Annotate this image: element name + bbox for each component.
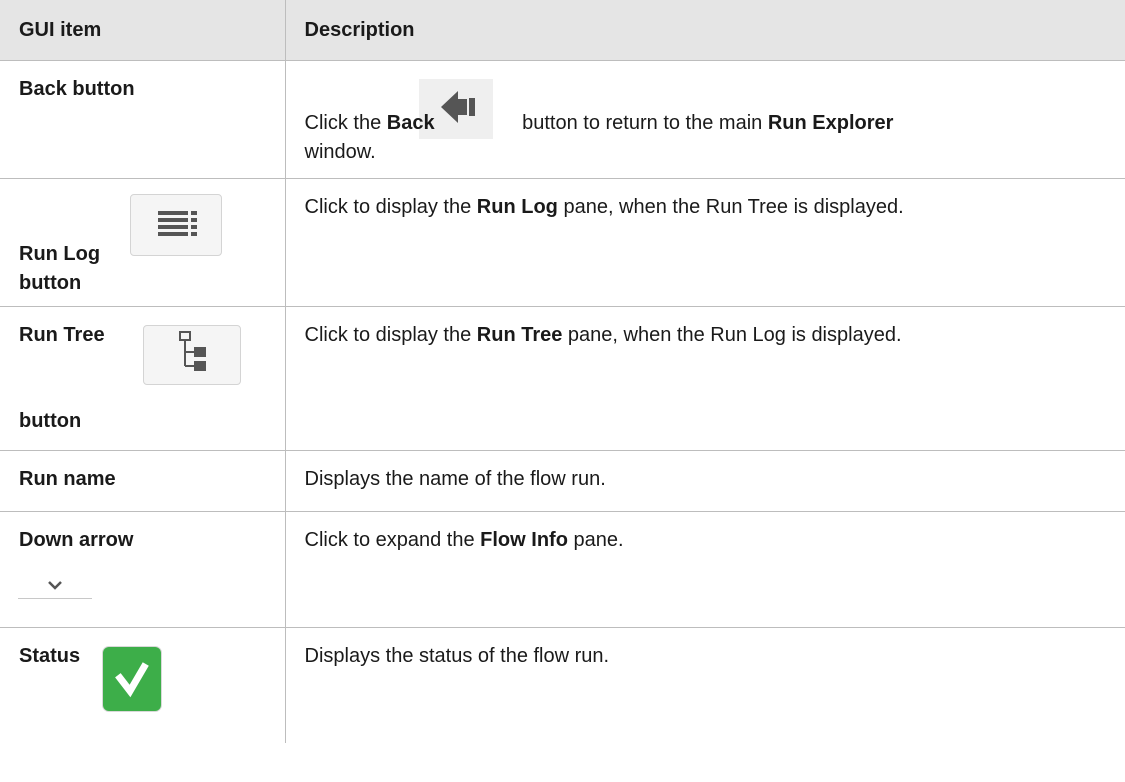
table-row: Back button Click the Back button to ret… [0,60,1125,179]
row-description: Click the Back button to return to the m… [304,112,894,134]
table-row: Run Tree button Click to display the Run… [0,306,1125,451]
table-row: Status Displays the status of the flow r… [0,627,1125,743]
row-description: Click to display the Run Log pane, when … [304,196,904,218]
header-gui-item: GUI item [0,0,286,61]
item-label: Run name [19,468,116,490]
table-row: Run name Displays the name of the flow r… [0,450,1125,512]
row-description: Displays the status of the flow run. [304,645,610,667]
item-label-wrap: button [19,410,82,432]
item-label: Run Log [19,243,101,265]
gui-items-table: GUI item Description Back button Click t… [0,0,1125,743]
item-label-wrap: button [19,272,82,294]
table-row: Run Log button Click to display the Run … [0,178,1125,307]
chevron-down-icon [18,570,92,599]
status-check-icon [103,647,161,711]
item-label: Run Tree [19,324,105,346]
run-log-icon [130,194,222,256]
row-description: Click to expand the Flow Info pane. [304,529,624,551]
table-row: Down arrow Click to expand the Flow Info… [0,511,1125,628]
row-description: Click to display the Run Tree pane, when… [304,324,902,346]
header-description: Description [284,0,1125,61]
item-label: Status [19,645,81,667]
run-tree-icon [143,325,241,385]
item-label: Back button [19,78,135,100]
table-header-row: GUI item Description [0,0,1125,61]
row-description-wrap: window. [304,141,376,163]
item-label: Down arrow [19,529,134,551]
row-description: Displays the name of the flow run. [304,468,606,490]
